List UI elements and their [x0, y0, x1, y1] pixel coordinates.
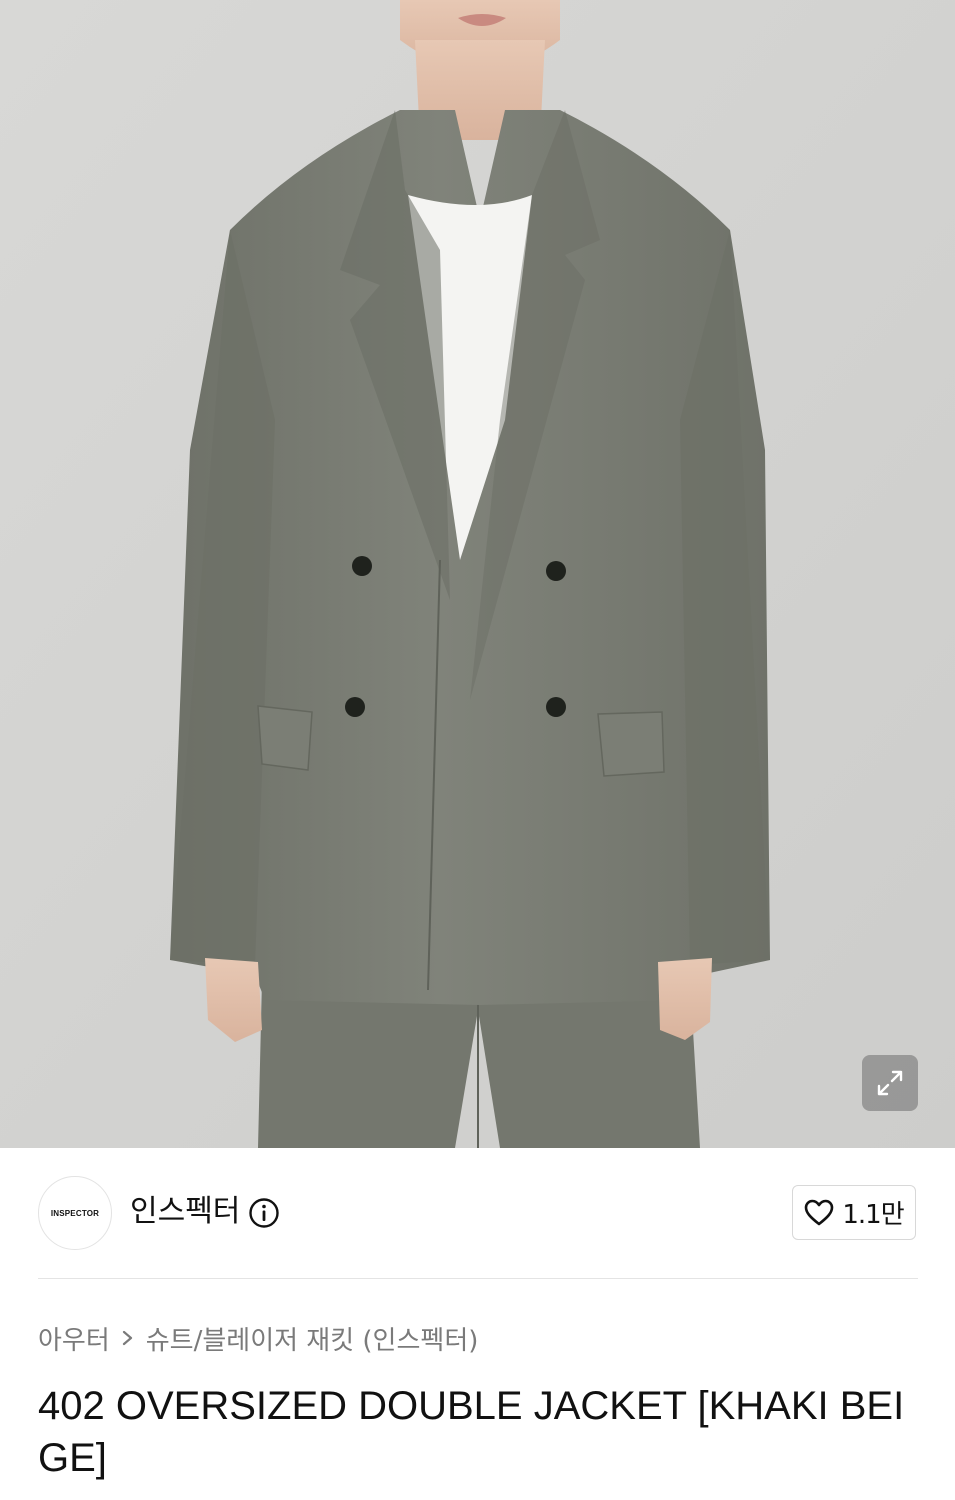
breadcrumb-category[interactable]: 아우터	[38, 1320, 110, 1357]
breadcrumb: 아우터 슈트/블레이저 재킷 (인스펙터)	[38, 1318, 478, 1358]
like-button[interactable]: 1.1만	[792, 1185, 916, 1240]
like-count: 1.1만	[842, 1200, 904, 1230]
brand-logo[interactable]: INSPECTOR	[38, 1176, 112, 1250]
product-title: 402 OVERSIZED DOUBLE JACKET [KHAKI BEIGE…	[38, 1384, 905, 1480]
info-icon[interactable]	[248, 1197, 280, 1229]
breadcrumb-subcategory[interactable]: 슈트/블레이저 재킷 (인스펙터)	[146, 1320, 479, 1357]
divider	[38, 1278, 918, 1279]
product-image[interactable]	[0, 0, 955, 1148]
expand-image-button[interactable]	[862, 1055, 918, 1111]
product-photo	[0, 0, 955, 1148]
heart-icon	[805, 1199, 834, 1225]
expand-icon	[877, 1070, 903, 1096]
chevron-right-icon	[122, 1330, 132, 1346]
brand-name[interactable]: 인스펙터	[130, 1192, 240, 1232]
